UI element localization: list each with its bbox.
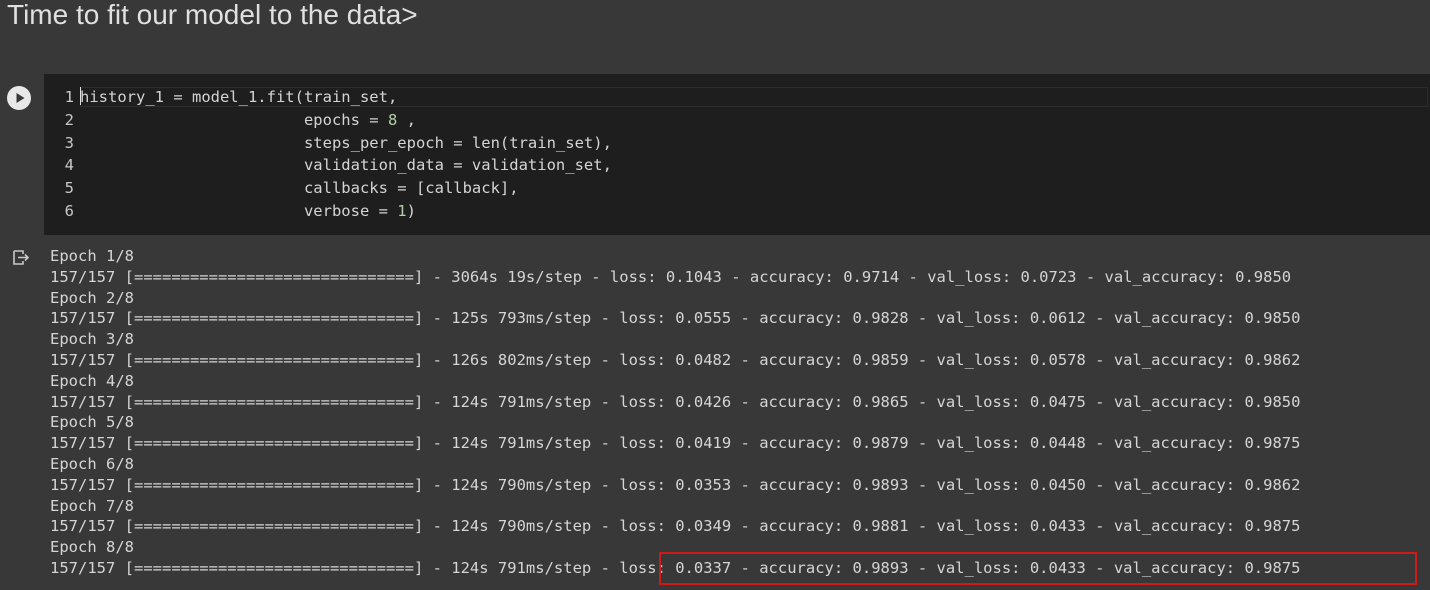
cell-output: Epoch 1/8 157/157 [======================…: [0, 235, 1430, 590]
code-line: 6 verbose = 1): [44, 200, 1430, 223]
epoch-progress-line: 157/157 [==============================]…: [50, 309, 1301, 328]
epoch-header: Epoch 2/8: [50, 288, 134, 307]
cell-gutter: [0, 74, 44, 235]
code-text: steps_per_epoch = len(train_set),: [80, 133, 612, 152]
epoch-header: Epoch 6/8: [50, 454, 134, 473]
epoch-header: Epoch 4/8: [50, 371, 134, 390]
run-cell-button[interactable]: [7, 86, 31, 110]
output-arrow-icon[interactable]: [11, 248, 31, 268]
code-editor[interactable]: 1 history_1 = model_1.fit(train_set, 2 epo…: [44, 74, 1430, 235]
code-text: ): [406, 202, 416, 220]
code-line: 5 callbacks = [callback],: [44, 177, 1430, 200]
line-number: 6: [64, 202, 74, 220]
line-number: 1: [64, 88, 74, 106]
number-literal: 1: [397, 202, 407, 220]
code-text: callbacks = [callback],: [80, 179, 519, 198]
epoch-progress-line: 157/157 [==============================]…: [50, 517, 1301, 536]
code-line: 4 validation_data = validation_set,: [44, 154, 1430, 177]
code-text: history_1 = model_1.fit(train_set,: [80, 88, 398, 106]
number-literal: 8: [387, 110, 398, 129]
epoch-header: Epoch 3/8: [50, 330, 134, 349]
code-line: 2 epochs = 8 ,: [44, 109, 1430, 132]
text-cell[interactable]: Time to fit our model to the data>: [0, 0, 1430, 74]
epoch-header: Epoch 8/8: [50, 538, 134, 557]
line-number: 5: [64, 179, 74, 198]
cell-heading: Time to fit our model to the data>: [7, 0, 418, 30]
epoch-header: Epoch 7/8: [50, 496, 134, 515]
code-line: 1 history_1 = model_1.fit(train_set,: [44, 86, 1430, 109]
play-icon: [16, 93, 25, 103]
epoch-header: Epoch 1/8: [50, 247, 134, 265]
epoch-header: Epoch 5/8: [50, 413, 134, 432]
epoch-progress-line: 157/157 [==============================]…: [50, 475, 1301, 494]
code-text: epochs =: [80, 110, 388, 129]
code-text: ,: [397, 110, 416, 129]
output-text: Epoch 1/8 157/157 [======================…: [50, 246, 1300, 579]
code-cell[interactable]: 1 history_1 = model_1.fit(train_set, 2 epo…: [0, 74, 1430, 235]
code-text: validation_data = validation_set,: [80, 156, 612, 175]
line-number: 3: [64, 133, 74, 152]
epoch-progress-line: 157/157 [==============================]…: [50, 434, 1301, 453]
code-text: verbose =: [80, 202, 398, 220]
line-number: 2: [64, 110, 74, 129]
epoch-progress-line: 157/157 [==============================]…: [50, 267, 1292, 286]
code-line: 3 steps_per_epoch = len(train_set),: [44, 132, 1430, 155]
line-number: 4: [64, 156, 74, 175]
epoch-progress-line: 157/157 [==============================]…: [50, 350, 1301, 369]
epoch-progress-line: 157/157 [==============================]…: [50, 392, 1301, 411]
epoch-progress-line: 157/157 [==============================]…: [50, 558, 1301, 577]
